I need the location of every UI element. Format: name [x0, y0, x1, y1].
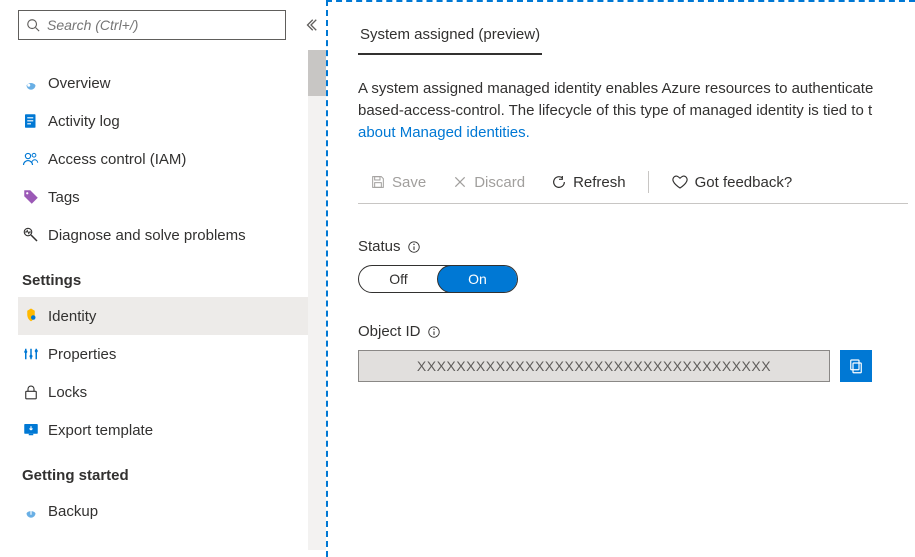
sidebar-item-label: Activity log — [48, 113, 120, 130]
save-button: Save — [358, 170, 438, 195]
search-input[interactable] — [47, 17, 285, 33]
locks-icon — [22, 383, 48, 401]
activity-log-icon — [22, 112, 48, 130]
learn-more-link[interactable]: about Managed identities. — [358, 124, 530, 141]
sidebar-item-activity-log[interactable]: Activity log — [18, 102, 310, 140]
sidebar-item-diagnose[interactable]: Diagnose and solve problems — [18, 216, 310, 254]
sidebar-item-label: Export template — [48, 422, 153, 439]
sidebar-item-backup[interactable]: Backup — [18, 492, 310, 530]
identity-icon — [22, 307, 48, 325]
overview-icon — [22, 74, 48, 92]
section-title-getting-started: Getting started — [22, 467, 310, 484]
copy-button[interactable] — [840, 350, 872, 382]
refresh-icon — [551, 174, 567, 190]
sidebar-item-label: Identity — [48, 308, 96, 325]
collapse-sidebar-icon[interactable] — [304, 18, 318, 32]
sidebar-item-properties[interactable]: Properties — [18, 335, 310, 373]
status-toggle[interactable]: Off On — [358, 265, 518, 293]
sidebar-item-access-control[interactable]: Access control (IAM) — [18, 140, 310, 178]
sidebar-item-label: Properties — [48, 346, 116, 363]
sidebar-item-label: Overview — [48, 75, 111, 92]
diagnose-icon — [22, 226, 48, 244]
sidebar-item-label: Locks — [48, 384, 87, 401]
sidebar-item-label: Backup — [48, 503, 98, 520]
toolbar-divider — [358, 203, 908, 204]
scrollbar[interactable] — [308, 50, 326, 550]
heart-icon — [671, 173, 689, 191]
export-template-icon — [22, 421, 48, 439]
sidebar-item-label: Diagnose and solve problems — [48, 227, 246, 244]
discard-button: Discard — [440, 170, 537, 195]
refresh-button[interactable]: Refresh — [539, 170, 638, 195]
save-icon — [370, 174, 386, 190]
main-content: System assigned (preview) A system assig… — [326, 0, 915, 557]
separator — [648, 171, 649, 193]
properties-icon — [22, 345, 48, 363]
toolbar: Save Discard Refresh Got feedback? — [358, 169, 915, 195]
sidebar-item-overview[interactable]: Overview — [18, 64, 310, 102]
feedback-button[interactable]: Got feedback? — [659, 169, 805, 195]
search-box[interactable] — [18, 10, 286, 40]
tab-system-assigned[interactable]: System assigned (preview) — [358, 22, 542, 55]
status-toggle-on[interactable]: On — [437, 265, 518, 293]
sidebar-item-tags[interactable]: Tags — [18, 178, 310, 216]
objectid-field: XXXXXXXXXXXXXXXXXXXXXXXXXXXXXXXXXXXX — [358, 350, 830, 382]
backup-icon — [22, 502, 48, 520]
sidebar-item-label: Access control (IAM) — [48, 151, 186, 168]
status-label: Status — [358, 238, 915, 255]
info-icon[interactable] — [407, 240, 421, 254]
section-title-settings: Settings — [22, 272, 310, 289]
discard-icon — [452, 174, 468, 190]
objectid-label: Object ID — [358, 323, 915, 340]
sidebar-item-label: Tags — [48, 189, 80, 206]
tab-bar: System assigned (preview) — [358, 22, 915, 56]
status-toggle-off[interactable]: Off — [359, 266, 438, 292]
sidebar-item-identity[interactable]: Identity — [18, 297, 310, 335]
sidebar-item-locks[interactable]: Locks — [18, 373, 310, 411]
copy-icon — [847, 357, 865, 375]
info-icon[interactable] — [427, 325, 441, 339]
access-control-icon — [22, 150, 48, 168]
sidebar-item-export-template[interactable]: Export template — [18, 411, 310, 449]
sidebar: Overview Activity log Access control (IA… — [0, 0, 326, 557]
search-icon — [19, 18, 47, 32]
tags-icon — [22, 188, 48, 206]
description-text: A system assigned managed identity enabl… — [358, 78, 915, 143]
